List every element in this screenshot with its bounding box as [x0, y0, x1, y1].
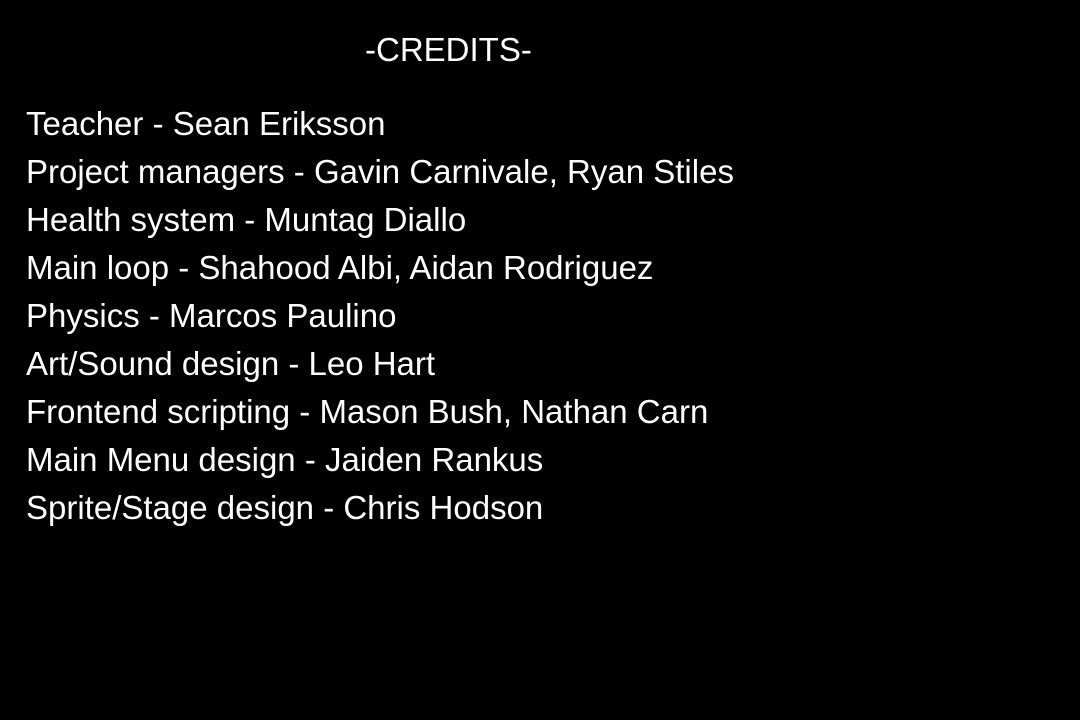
credit-line-physics: Physics - Marcos Paulino — [26, 297, 397, 334]
credit-line-frontend-scripting: Frontend scripting - Mason Bush, Nathan … — [26, 393, 709, 430]
credits-title: -CREDITS- — [365, 31, 532, 68]
credit-line-main-loop: Main loop - Shahood Albi, Aidan Rodrigue… — [26, 249, 654, 286]
credit-line-project-managers: Project managers - Gavin Carnivale, Ryan… — [26, 153, 734, 190]
credit-line-teacher: Teacher - Sean Eriksson — [26, 105, 386, 142]
credits-screen: -CREDITS- Teacher - Sean Eriksson Projec… — [0, 0, 1080, 720]
credit-line-art-sound-design: Art/Sound design - Leo Hart — [26, 345, 436, 382]
credits-list: Teacher - Sean Eriksson Project managers… — [26, 100, 734, 532]
credit-line-main-menu-design: Main Menu design - Jaiden Rankus — [26, 441, 544, 478]
credit-line-health-system: Health system - Muntag Diallo — [26, 201, 467, 238]
credit-line-sprite-stage-design: Sprite/Stage design - Chris Hodson — [26, 489, 544, 526]
